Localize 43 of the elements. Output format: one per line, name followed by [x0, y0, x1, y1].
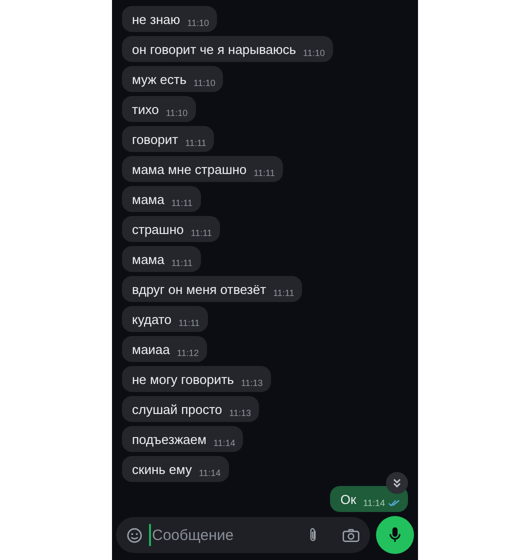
message-text: муж есть: [132, 72, 186, 86]
message-text: подъезжаем: [132, 432, 206, 446]
message-text: страшно: [132, 222, 184, 236]
message-text: слушай просто: [132, 402, 222, 416]
message-time: 11:14: [198, 468, 221, 478]
message-text: вдруг он меня отвезёт: [132, 282, 266, 296]
message-text: тихо: [132, 102, 159, 116]
message-text: мама: [132, 252, 164, 266]
message-time: 11:12: [176, 348, 199, 358]
camera-icon[interactable]: [342, 528, 360, 542]
message-time: 11:13: [240, 378, 263, 388]
paperclip-icon[interactable]: [308, 526, 318, 544]
double-chevron-down-icon: [391, 477, 403, 489]
microphone-button[interactable]: [376, 516, 414, 554]
message-text: скинь ему: [132, 462, 192, 476]
message-time: 11:11: [254, 168, 275, 178]
message-time: 11:11: [171, 258, 193, 268]
message-time: 11:10: [194, 78, 216, 88]
message-input-field[interactable]: Сообщение: [149, 524, 302, 546]
microphone-icon: [389, 526, 401, 544]
sticker-icon[interactable]: [126, 526, 143, 544]
message-text: Ок: [340, 492, 356, 506]
message-text: кудато: [132, 312, 172, 326]
message-time: 11:11: [273, 288, 294, 298]
composer-field[interactable]: Сообщение: [116, 517, 370, 553]
message-time: 11:10: [303, 48, 325, 58]
message-time: 11:11: [171, 198, 193, 208]
message-time: 11:11: [190, 228, 212, 238]
message-time: 11:11: [185, 138, 206, 148]
message-text: маиаа: [132, 342, 170, 356]
message-time: 11:10: [187, 18, 209, 28]
message-text: не знаю: [132, 12, 180, 26]
message-text: он говорит че я нарываюсь: [132, 42, 296, 56]
message-text: не могу говорить: [132, 372, 234, 386]
scroll-down-button[interactable]: [386, 472, 408, 494]
message-time: 11:13: [229, 408, 252, 418]
message-time: 11:14: [363, 498, 385, 508]
message-text: мама: [132, 192, 164, 206]
message-text: говорит: [132, 132, 178, 146]
message-time: 11:10: [166, 108, 188, 118]
message-text: мама мне страшно: [132, 162, 247, 176]
message-time: 11:14: [213, 438, 236, 448]
message-time: 11:11: [178, 318, 200, 328]
